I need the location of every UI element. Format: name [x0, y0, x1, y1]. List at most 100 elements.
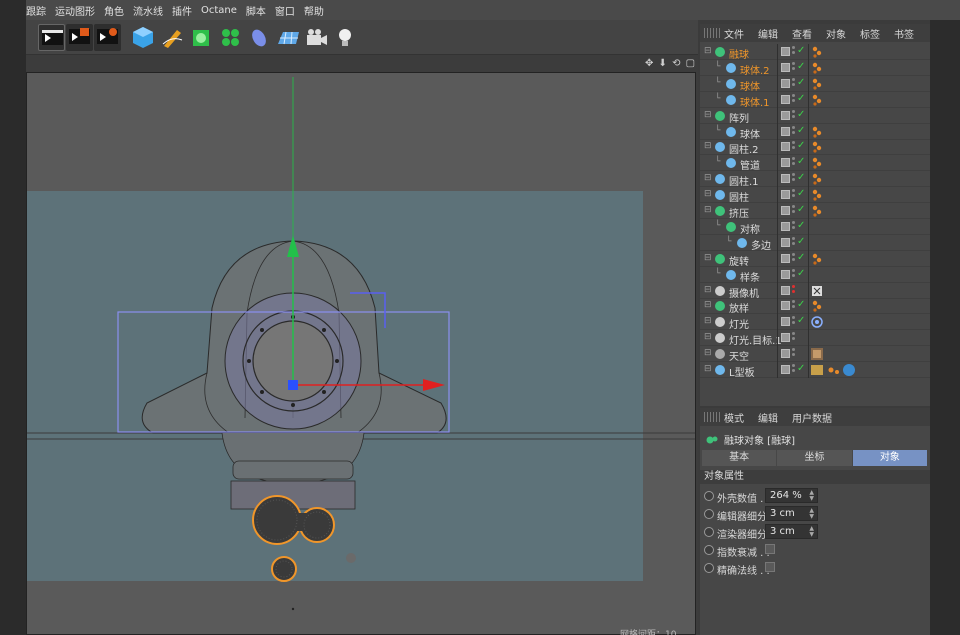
object-axis-origin[interactable] — [288, 380, 298, 390]
spinner-arrows-icon[interactable]: ▲ ▼ — [809, 526, 814, 538]
layer-swatch[interactable] — [781, 206, 790, 215]
object-name[interactable]: 灯光 — [729, 316, 749, 331]
object-name[interactable]: 球体 — [740, 126, 760, 141]
animate-radio[interactable] — [704, 491, 714, 501]
object-name[interactable]: 球体.2 — [740, 62, 770, 77]
object-name[interactable]: 天空 — [729, 348, 749, 363]
visibility-dots[interactable] — [792, 268, 796, 280]
property-checkbox[interactable] — [765, 562, 775, 572]
visibility-dots[interactable] — [792, 205, 796, 216]
object-name[interactable]: 圆柱.2 — [729, 141, 759, 156]
layer-swatch[interactable] — [781, 78, 790, 88]
visibility-dots[interactable] — [792, 284, 796, 296]
expand-toggle[interactable]: ⊟ — [704, 348, 712, 358]
enabled-check-icon[interactable]: ✓ — [797, 252, 805, 263]
visibility-dots[interactable] — [792, 220, 796, 232]
layer-swatch[interactable] — [781, 221, 790, 231]
scene-canvas[interactable] — [27, 73, 696, 635]
layer-swatch[interactable] — [781, 253, 790, 263]
object-name[interactable]: 圆柱.1 — [729, 173, 759, 188]
om-tab-0[interactable]: 文件 — [724, 26, 744, 41]
object-row[interactable]: └ 球体 ✓ — [700, 123, 930, 141]
om-tab-1[interactable]: 编辑 — [758, 26, 778, 41]
object-row[interactable]: └ 球体.2 ✓ — [700, 59, 930, 77]
visibility-dots[interactable] — [792, 348, 796, 359]
enabled-check-icon[interactable]: ✓ — [797, 93, 805, 104]
enabled-check-icon[interactable]: ✓ — [797, 363, 805, 374]
visibility-dots[interactable] — [792, 93, 796, 105]
layer-swatch[interactable] — [781, 269, 790, 279]
phong-tag-icon[interactable] — [811, 46, 823, 58]
cloner-icon[interactable] — [217, 24, 244, 51]
object-row[interactable]: └ 球体 ✓ — [700, 75, 930, 93]
object-name[interactable]: 管道 — [740, 157, 760, 172]
menu-item-8[interactable]: 帮助 — [304, 3, 324, 18]
enabled-check-icon[interactable]: ✓ — [797, 204, 805, 215]
object-name[interactable]: 样条 — [740, 269, 760, 284]
object-row[interactable]: ⊟ 旋转 ✓ — [700, 250, 930, 268]
expand-toggle[interactable]: ⊟ — [704, 285, 712, 295]
layer-swatch[interactable] — [781, 365, 790, 374]
expand-toggle[interactable]: ⊟ — [704, 141, 712, 151]
phong-tag-icon[interactable] — [811, 141, 823, 153]
object-row[interactable]: └ 管道 ✓ — [700, 155, 930, 172]
visibility-dots[interactable] — [792, 236, 796, 248]
layer-swatch[interactable] — [781, 174, 790, 184]
enabled-check-icon[interactable]: ✓ — [797, 125, 805, 136]
camera-tool-icon[interactable] — [303, 24, 330, 51]
menu-item-2[interactable]: 角色 — [104, 3, 124, 18]
object-row[interactable]: ⊟ 阵列 ✓ — [700, 107, 930, 125]
layer-swatch[interactable] — [781, 190, 790, 200]
deformer-icon[interactable] — [246, 24, 273, 51]
am-tab-2[interactable]: 用户数据 — [792, 410, 832, 425]
enabled-check-icon[interactable]: ✓ — [797, 236, 805, 247]
object-name[interactable]: 球体.1 — [740, 94, 770, 109]
enabled-check-icon[interactable]: ✓ — [797, 172, 805, 183]
visibility-dots[interactable] — [792, 125, 796, 137]
object-row[interactable]: ⊟ 放样 ✓ — [700, 298, 930, 315]
object-name[interactable]: 旋转 — [729, 253, 749, 268]
object-row[interactable]: ⊟ L型板 ✓ — [700, 362, 930, 379]
layer-swatch[interactable] — [781, 62, 790, 72]
animate-radio[interactable] — [704, 509, 714, 519]
visibility-dots[interactable] — [792, 189, 796, 200]
expand-toggle[interactable]: ⊟ — [704, 253, 712, 263]
animate-radio[interactable] — [704, 527, 714, 537]
property-checkbox[interactable] — [765, 544, 775, 554]
phong-tag-icon[interactable] — [811, 126, 823, 138]
layer-swatch[interactable] — [781, 142, 790, 152]
phong-tag-icon[interactable] — [811, 94, 823, 106]
animate-radio[interactable] — [704, 545, 714, 555]
enabled-check-icon[interactable]: ✓ — [797, 109, 805, 120]
subdivision-surface-icon[interactable] — [188, 24, 215, 51]
object-row[interactable]: ⊟ 圆柱.1 ✓ — [700, 171, 930, 188]
om-tab-2[interactable]: 查看 — [792, 26, 812, 41]
object-name[interactable]: 球体 — [740, 78, 760, 93]
expand-toggle[interactable]: ⊟ — [704, 364, 712, 374]
attribute-tab-0[interactable]: 基本 — [702, 450, 777, 466]
enabled-check-icon[interactable]: ✓ — [797, 299, 805, 310]
phong-tag-icon[interactable] — [811, 300, 823, 312]
om-tab-4[interactable]: 标签 — [860, 26, 880, 41]
animate-radio[interactable] — [704, 563, 714, 573]
expand-toggle[interactable]: ⊟ — [704, 110, 712, 120]
enabled-check-icon[interactable]: ✓ — [797, 140, 805, 151]
object-name[interactable]: 融球 — [729, 46, 749, 61]
enabled-check-icon[interactable]: ✓ — [797, 315, 805, 326]
enabled-check-icon[interactable]: ✓ — [797, 220, 805, 231]
viewport-nav-icons[interactable]: ✥ ⬇ ⟲ ▢ — [645, 58, 696, 69]
object-row[interactable]: ⊟ 天空 — [700, 346, 930, 363]
render-view-button[interactable] — [38, 24, 65, 51]
object-row[interactable]: └ 球体.1 ✓ — [700, 91, 930, 109]
pen-icon[interactable] — [159, 24, 186, 51]
menu-item-4[interactable]: 插件 — [172, 3, 192, 18]
visibility-dots[interactable] — [792, 300, 796, 311]
visibility-dots[interactable] — [792, 173, 796, 184]
object-row[interactable]: └ 样条 ✓ — [700, 266, 930, 284]
object-row[interactable]: ⊟ 灯光 ✓ — [700, 314, 930, 331]
object-row[interactable]: ⊟ 融球 ✓ — [700, 44, 930, 61]
object-row[interactable]: ⊟ 摄像机 — [700, 282, 930, 300]
object-row[interactable]: └ 对称 ✓ — [700, 218, 930, 236]
enabled-check-icon[interactable]: ✓ — [797, 268, 805, 279]
object-row[interactable]: └ 多边 ✓ — [700, 234, 930, 252]
